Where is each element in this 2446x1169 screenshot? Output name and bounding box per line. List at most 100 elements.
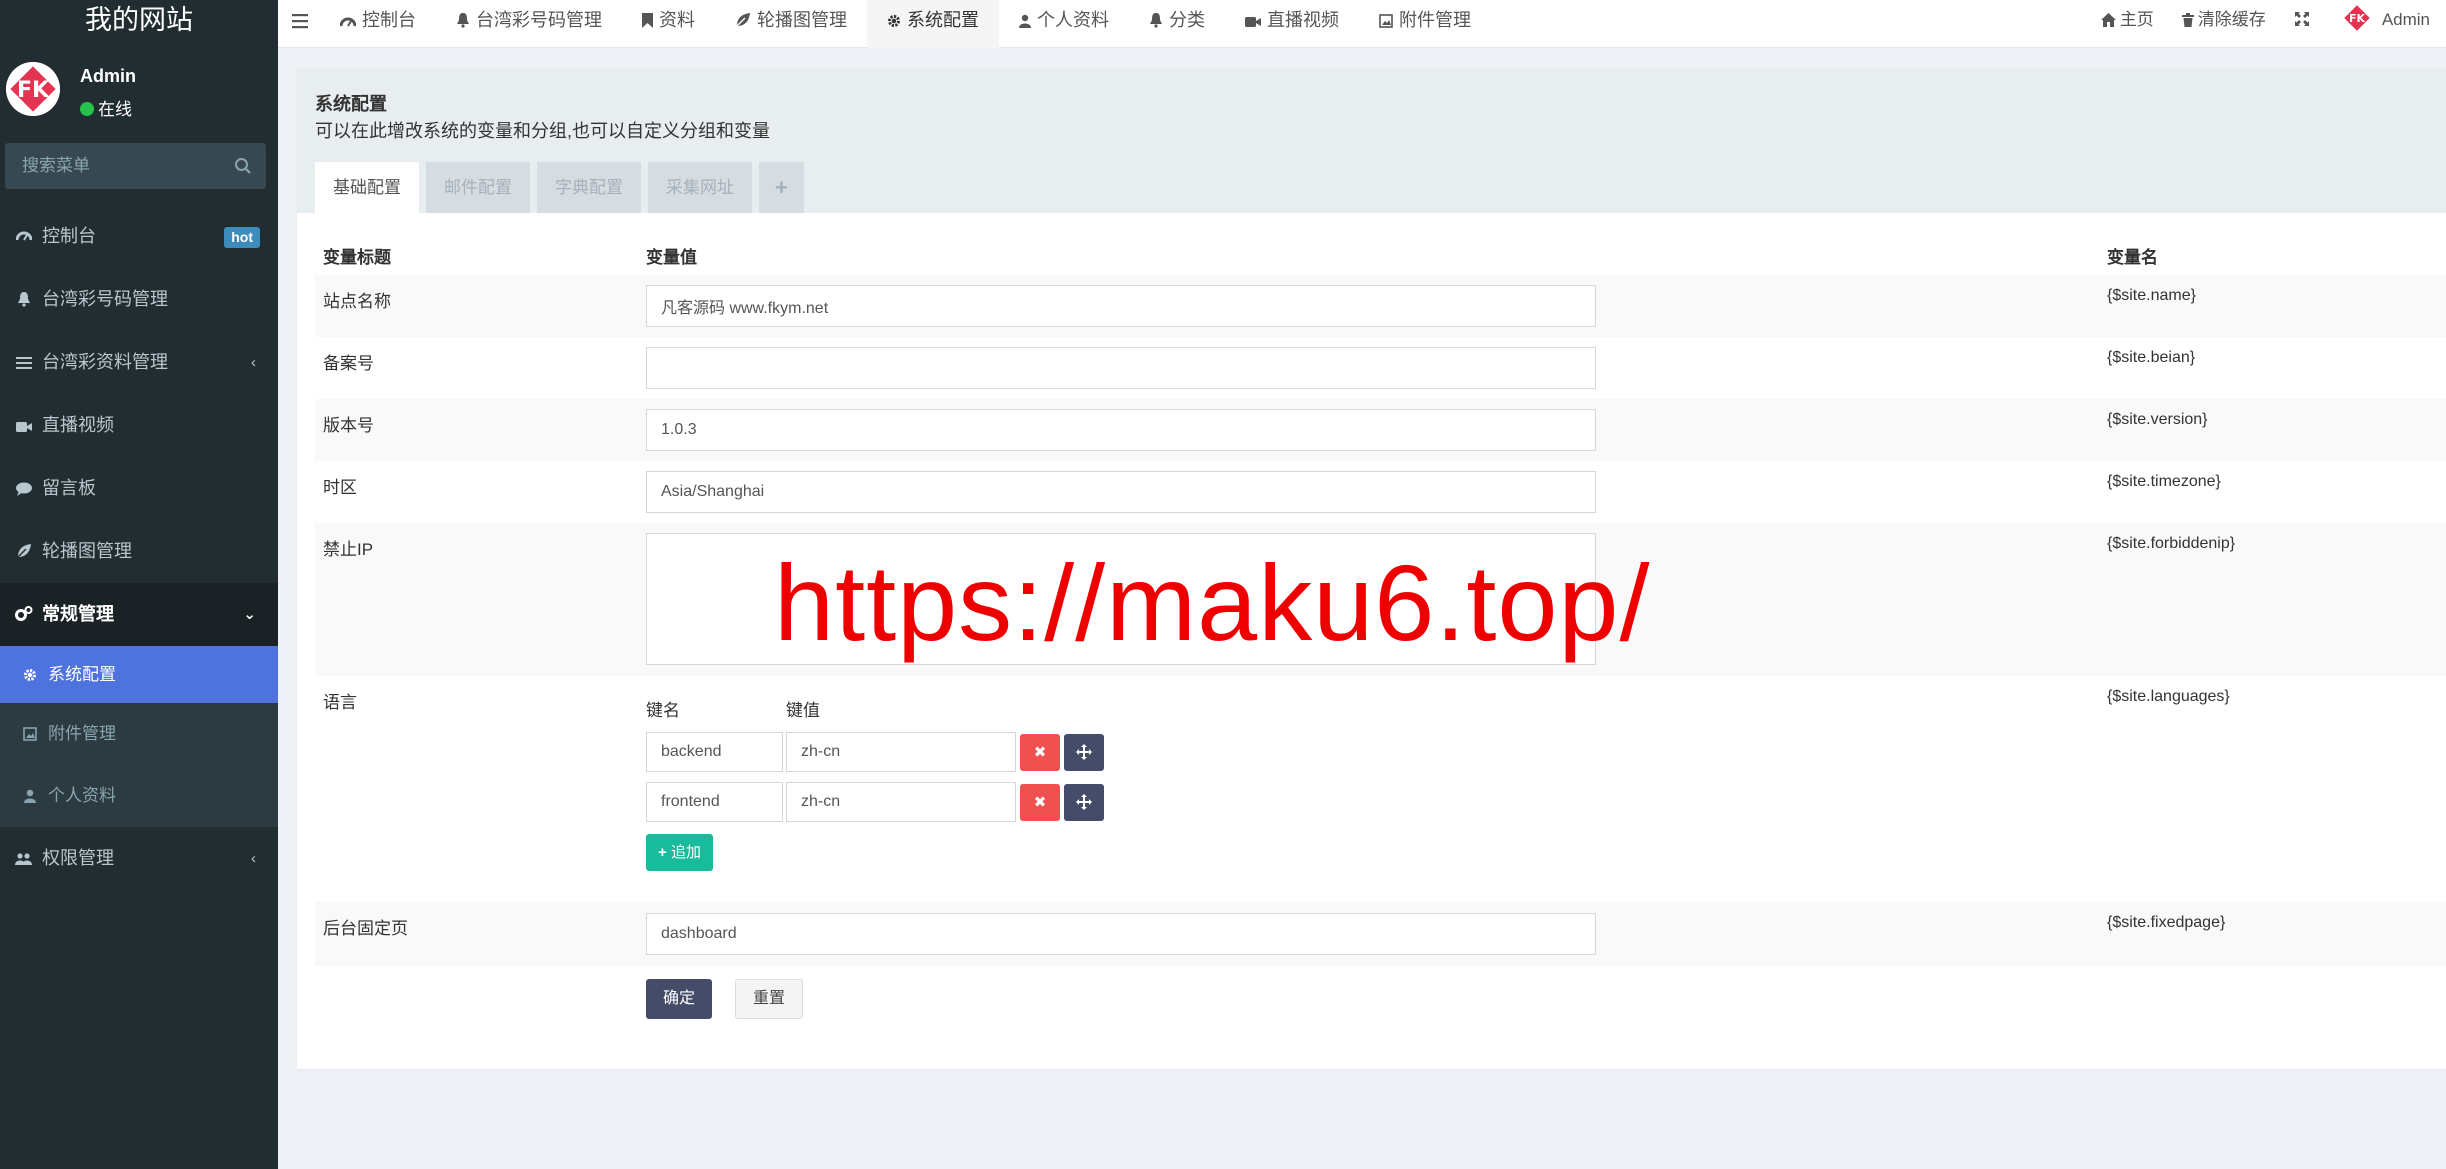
sidebar-item-system-config[interactable]: 系统配置 xyxy=(0,646,278,703)
tab-collect-urls[interactable]: 采集网址 xyxy=(648,162,752,213)
tab-label: 分类 xyxy=(1169,10,1205,30)
tab-label: 控制台 xyxy=(362,10,416,30)
move-icon xyxy=(1076,744,1092,760)
tab-carousel[interactable]: 轮播图管理 xyxy=(715,0,867,48)
dashboard-icon xyxy=(14,205,34,268)
sidebar-item-permissions[interactable]: 权限管理 ‹ xyxy=(0,827,278,890)
drag-row-button[interactable] xyxy=(1064,784,1104,821)
beian-input[interactable] xyxy=(646,347,1596,389)
brand-title[interactable]: 我的网站 xyxy=(0,0,278,46)
tab-live-video[interactable]: 直播视频 xyxy=(1225,0,1359,48)
sidebar-item-dashboard[interactable]: 控制台 hot xyxy=(0,205,278,268)
timezone-input[interactable] xyxy=(646,471,1596,513)
sidebar-item-label: 留言板 xyxy=(42,478,96,498)
hot-badge: hot xyxy=(224,227,260,248)
tab-lottery-numbers[interactable]: 台湾彩号码管理 xyxy=(436,0,622,48)
fixed-page-input[interactable] xyxy=(646,913,1596,955)
sidebar-item-label: 附件管理 xyxy=(48,724,116,743)
top-right-actions: 主页 清除缓存 FK Admin xyxy=(2087,0,2446,48)
fullscreen-button[interactable] xyxy=(2280,0,2328,48)
user-menu[interactable]: FK Admin xyxy=(2328,0,2446,48)
home-link[interactable]: 主页 xyxy=(2087,0,2168,48)
tab-label: 个人资料 xyxy=(1037,10,1109,30)
sidebar-item-label: 台湾彩号码管理 xyxy=(42,289,168,309)
tab-profile[interactable]: 个人资料 xyxy=(999,0,1129,48)
append-button[interactable]: + 追加 xyxy=(646,834,713,871)
sidebar-item-label: 直播视频 xyxy=(42,415,114,435)
version-input[interactable] xyxy=(646,409,1596,451)
menu-toggle-icon[interactable] xyxy=(292,11,312,31)
sidebar-item-lottery-numbers[interactable]: 台湾彩号码管理 xyxy=(0,268,278,331)
table-row: 语言 键名 键值 ✖ ✖ + 追加 {$site.languages} xyxy=(315,676,2446,902)
sidebar-item-carousel[interactable]: 轮播图管理 xyxy=(0,520,278,583)
language-key-input[interactable] xyxy=(646,732,783,772)
comment-icon xyxy=(14,457,34,520)
avatar: FK xyxy=(6,62,60,116)
tab-attachments[interactable]: 附件管理 xyxy=(1359,0,1491,48)
sidebar-submenu: 系统配置 附件管理 个人资料 xyxy=(0,646,278,827)
row-varname: {$site.timezone} xyxy=(2107,473,2221,490)
clear-cache-button[interactable]: 清除缓存 xyxy=(2168,0,2280,48)
video-icon xyxy=(14,394,34,457)
remove-row-button[interactable]: ✖ xyxy=(1020,784,1060,821)
table-row: 站点名称 {$site.name} xyxy=(315,275,2446,337)
key-value-header: 键值 xyxy=(786,701,820,720)
language-key-input[interactable] xyxy=(646,782,783,822)
sidebar-item-live-video[interactable]: 直播视频 xyxy=(0,394,278,457)
home-label: 主页 xyxy=(2119,10,2154,29)
tab-dashboard[interactable]: 控制台 xyxy=(320,0,436,48)
tab-basic-config[interactable]: 基础配置 xyxy=(315,162,419,213)
row-varname: {$site.languages} xyxy=(2107,688,2230,705)
reset-button[interactable]: 重置 xyxy=(735,979,804,1019)
tab-email-config[interactable]: 邮件配置 xyxy=(426,162,530,213)
forbidden-ip-textarea[interactable] xyxy=(646,533,1596,665)
sidebar-item-lottery-data[interactable]: 台湾彩资料管理 ‹ xyxy=(0,331,278,394)
sidebar-item-label: 个人资料 xyxy=(48,786,116,805)
row-label: 语言 xyxy=(323,693,357,712)
site-name-input[interactable] xyxy=(646,285,1596,327)
add-tab-button[interactable]: + xyxy=(759,162,804,213)
tab-dictionary-config[interactable]: 字典配置 xyxy=(537,162,641,213)
sidebar-item-label: 轮播图管理 xyxy=(42,541,132,561)
column-header-name: 变量名 xyxy=(2107,248,2158,267)
tab-data[interactable]: 资料 xyxy=(622,0,715,48)
row-varname: {$site.version} xyxy=(2107,411,2208,428)
confirm-button[interactable]: 确定 xyxy=(646,979,713,1019)
dashboard-icon xyxy=(339,10,357,30)
page-description: 可以在此增改系统的变量和分组,也可以自定义分组和变量 xyxy=(315,121,770,141)
config-panel: 系统配置 可以在此增改系统的变量和分组,也可以自定义分组和变量 基础配置 邮件配… xyxy=(297,68,2446,1069)
menu-search-input[interactable] xyxy=(5,143,225,189)
list-icon xyxy=(14,331,34,394)
plus-icon: + xyxy=(658,844,667,861)
tab-label: 附件管理 xyxy=(1399,10,1471,30)
row-label: 站点名称 xyxy=(323,292,391,311)
sidebar-item-message-board[interactable]: 留言板 xyxy=(0,457,278,520)
top-tabs: 控制台 台湾彩号码管理 资料 轮播图管理 系统配置 个人资料 分类 直播视频 附… xyxy=(320,0,1491,48)
remove-row-button[interactable]: ✖ xyxy=(1020,734,1060,771)
clear-cache-label: 清除缓存 xyxy=(2197,10,2266,29)
tab-system-config[interactable]: 系统配置 xyxy=(867,0,999,48)
config-tabs: 基础配置 邮件配置 字典配置 采集网址 + xyxy=(315,162,811,213)
search-icon[interactable] xyxy=(234,157,252,175)
chevron-down-icon: ⌄ xyxy=(243,606,256,623)
language-value-input[interactable] xyxy=(786,732,1016,772)
sidebar-search xyxy=(5,143,266,189)
user-icon xyxy=(1019,10,1031,30)
sidebar-item-attachments[interactable]: 附件管理 xyxy=(0,703,278,765)
page-title: 系统配置 xyxy=(315,94,387,114)
leaf-icon xyxy=(14,520,34,583)
tab-label: 直播视频 xyxy=(1267,10,1339,30)
row-label: 后台固定页 xyxy=(323,919,408,938)
tab-label: 资料 xyxy=(659,10,695,30)
table-row: 备案号 {$site.beian} xyxy=(315,337,2446,399)
image-icon xyxy=(1379,10,1393,30)
row-varname: {$site.forbiddenip} xyxy=(2107,535,2236,552)
tab-category[interactable]: 分类 xyxy=(1129,0,1225,48)
table-row: 时区 {$site.timezone} xyxy=(315,461,2446,523)
sidebar-item-general[interactable]: 常规管理 ⌄ xyxy=(0,583,278,646)
chevron-left-icon: ‹ xyxy=(251,354,256,371)
sidebar-item-profile[interactable]: 个人资料 xyxy=(0,765,278,827)
drag-row-button[interactable] xyxy=(1064,734,1104,771)
close-icon: ✖ xyxy=(1033,744,1047,761)
language-value-input[interactable] xyxy=(786,782,1016,822)
